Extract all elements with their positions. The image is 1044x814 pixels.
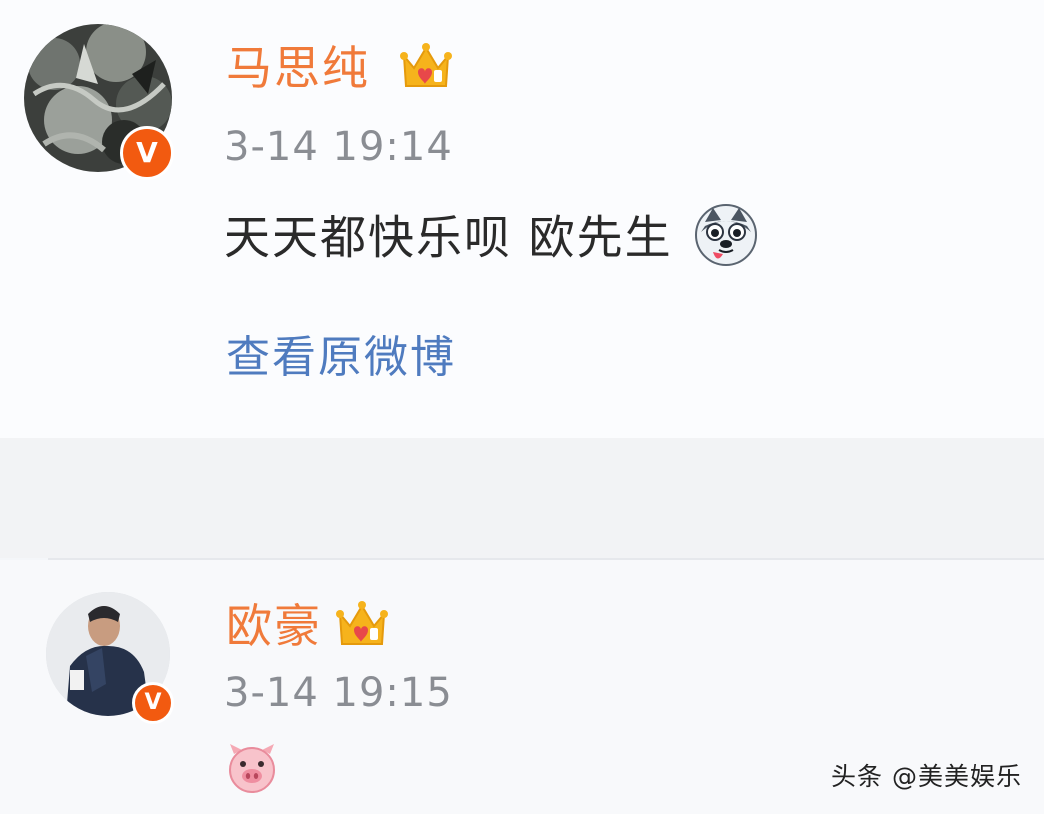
verified-badge: V	[132, 682, 174, 724]
husky-emoji-icon	[693, 202, 759, 280]
comment-text: 天天都快乐呗 欧先生	[224, 202, 759, 280]
section-gap	[0, 438, 1044, 558]
verified-badge: V	[120, 126, 174, 180]
view-original-weibo-link[interactable]: 查看原微博	[226, 330, 456, 386]
pig-emoji-icon	[226, 742, 278, 798]
crown-icon	[334, 596, 390, 656]
comment-timestamp: 3-14 19:14	[224, 124, 453, 170]
crown-icon	[398, 38, 454, 98]
comment-text-body: 天天都快乐呗 欧先生	[224, 210, 673, 265]
comment-author-name[interactable]: 欧豪	[226, 600, 322, 652]
comment-timestamp: 3-14 19:15	[224, 670, 453, 716]
watermark: 头条 @美美娱乐	[831, 762, 1022, 791]
comment-author-name[interactable]: 马思纯	[226, 42, 370, 94]
